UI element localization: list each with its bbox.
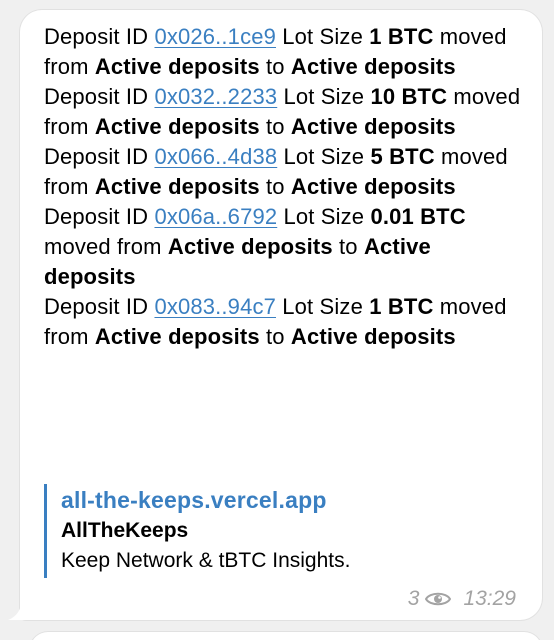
deposit-id-link[interactable]: 0x066..4d38 [154, 144, 277, 169]
entry-lot-label: Lot Size [276, 24, 370, 49]
entry-lot-label: Lot Size [277, 84, 371, 109]
deposit-entry: Deposit ID 0x032..2233 Lot Size 10 BTC m… [44, 84, 520, 139]
entry-to-label: to [259, 54, 291, 79]
link-preview[interactable]: all-the-keeps.vercel.app AllTheKeeps Kee… [44, 484, 484, 578]
lot-size: 5 BTC [370, 144, 435, 169]
lot-size: 1 BTC [369, 294, 434, 319]
lot-size: 0.01 BTC [370, 204, 466, 229]
entry-to-label: to [259, 324, 291, 349]
deposit-id-link[interactable]: 0x083..94c7 [154, 294, 276, 319]
deposit-id-link[interactable]: 0x06a..6792 [154, 204, 277, 229]
preview-title: AllTheKeeps [61, 519, 189, 542]
next-message-bubble [30, 632, 542, 640]
entry-lot-label: Lot Size [277, 204, 371, 229]
entry-prefix: Deposit ID [44, 24, 155, 49]
eye-icon [425, 592, 452, 606]
to-state: Active deposits [290, 54, 456, 79]
entry-lot-label: Lot Size [277, 144, 371, 169]
deposit-entry: Deposit ID 0x06a..6792 Lot Size 0.01 BTC… [44, 204, 466, 289]
message-time: 13:29 [463, 587, 516, 610]
entry-lot-label: Lot Size [276, 294, 370, 319]
entry-to-label: to [332, 234, 364, 259]
message-text: Deposit ID 0x026..1ce9 Lot Size 1 BTC mo… [44, 22, 524, 352]
to-state: Active deposits [290, 114, 456, 139]
view-count: 3 [407, 587, 420, 610]
to-state: Active deposits [290, 174, 456, 199]
chat-view: Deposit ID 0x026..1ce9 Lot Size 1 BTC mo… [0, 0, 554, 640]
entry-prefix: Deposit ID [44, 144, 155, 169]
entry-prefix: Deposit ID [44, 294, 155, 319]
deposit-id-link[interactable]: 0x032..2233 [154, 84, 277, 109]
to-state: Active deposits [290, 324, 456, 349]
entry-prefix: Deposit ID [44, 204, 155, 229]
from-state: Active deposits [94, 54, 260, 79]
deposit-entry: Deposit ID 0x083..94c7 Lot Size 1 BTC mo… [44, 294, 507, 349]
deposit-entry: Deposit ID 0x066..4d38 Lot Size 5 BTC mo… [44, 144, 508, 199]
from-state: Active deposits [167, 234, 333, 259]
bubble-tail [8, 596, 32, 620]
from-state: Active deposits [94, 114, 260, 139]
preview-site-name[interactable]: all-the-keeps.vercel.app [61, 484, 484, 516]
entry-to-label: to [259, 114, 291, 139]
message-meta: 3 13:29 [408, 585, 516, 613]
preview-description: Keep Network & tBTC Insights. [61, 549, 351, 572]
lot-size: 1 BTC [369, 24, 434, 49]
entry-prefix: Deposit ID [44, 84, 155, 109]
from-state: Active deposits [94, 174, 260, 199]
deposit-entry: Deposit ID 0x026..1ce9 Lot Size 1 BTC mo… [44, 24, 507, 79]
from-state: Active deposits [94, 324, 260, 349]
deposit-id-link[interactable]: 0x026..1ce9 [154, 24, 276, 49]
lot-size: 10 BTC [370, 84, 448, 109]
entry-to-label: to [259, 174, 291, 199]
entry-moved-label: moved from [44, 234, 168, 259]
